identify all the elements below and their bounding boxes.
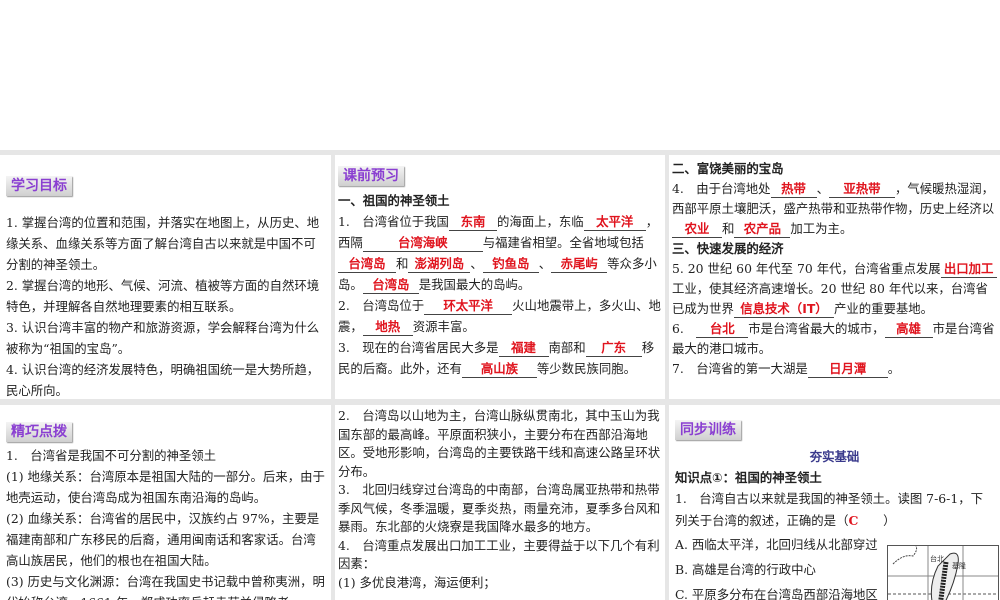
- blank-answer[interactable]: 福建: [498, 340, 549, 357]
- goal-item: 4. 认识台湾的经济发展特色，明确祖国统一是大势所趋，民心所向。: [6, 362, 320, 398]
- practice-subtitle: 夯实基础: [809, 449, 860, 464]
- blank-answer[interactable]: 热带: [770, 181, 817, 198]
- learning-goals-tag: 学习目标: [6, 176, 72, 196]
- blank-answer[interactable]: 太平洋: [583, 214, 646, 231]
- tip-item: 4. 台湾重点发展出口加工工业，主要得益于以下几个有利因素：: [338, 537, 660, 572]
- map-label-taipei: 台北: [930, 555, 944, 563]
- question-5: 5. 20 世纪 60 年代至 70 年代，台湾省重点发展 出口加工工业，使其经济…: [672, 259, 997, 319]
- question-1: 1. 台湾省位于我国 东南 的海面上，东临 太平洋 ，西隔 台湾海峡 与福建省相望。全省地域…: [338, 214, 659, 294]
- question-4: 4. 由于台湾地处 热带、亚热带 ，气候暖热湿润，西部平原土壤肥沃，盛产热带和亚热带…: [672, 181, 995, 238]
- practice-question: 1. 台湾自古以来就是我国的神圣领土。读图 7-6-1，下列关于台湾的叙述，正确…: [675, 491, 983, 528]
- blank-answer[interactable]: 台湾岛: [362, 277, 419, 294]
- practice-tag: 同步训练: [675, 420, 741, 440]
- goal-item: 2. 掌握台湾的地形、气候、河流、植被等方面的自然环境特色，并理解各自然地理要素…: [6, 278, 320, 314]
- blank-answer[interactable]: 农业: [672, 221, 722, 238]
- tips-panel: 精巧点拨 1. 台湾省是我国不可分割的神圣领土 (1) 地缘关系：台湾原本是祖国…: [0, 405, 331, 600]
- map-label-keelung: 基隆: [952, 562, 966, 570]
- knowledge-point: 知识点①：祖国的神圣领土: [675, 470, 822, 485]
- section-heading: 二、富饶美丽的宝岛: [672, 161, 784, 176]
- tip-item: (1) 地缘关系：台湾原本是祖国大陆的一部分。后来，由于地壳运动，使台湾岛成为祖…: [6, 469, 325, 505]
- tip-item: (1) 多优良港湾，海运便利；: [338, 574, 496, 590]
- taiwan-map: 台北 基隆: [887, 545, 999, 600]
- tips-tag: 精巧点拨: [6, 422, 72, 442]
- blank-answer[interactable]: 农产品: [734, 221, 791, 238]
- tip-item: (2) 血缘关系：台湾省的居民中，汉族约占 97%，主要是福建南部和广东移民的后…: [6, 511, 320, 568]
- tips-continued-panel: 2. 台湾岛以山地为主，台湾山脉纵贯南北，其中玉山为我国东部的最高峰。平原面积狭…: [335, 405, 665, 600]
- blank-answer[interactable]: 环太平洋: [424, 298, 513, 315]
- blank-answer[interactable]: 地热: [362, 319, 413, 336]
- section-heading: 一、祖国的神圣领土: [338, 193, 450, 208]
- question-2: 2. 台湾岛位于 环太平洋 火山地震带上，多火山、地震， 地热 资源丰富。: [338, 298, 661, 336]
- blank-answer[interactable]: 东南: [448, 214, 497, 231]
- blank-answer[interactable]: 日月潭: [807, 361, 888, 378]
- blank-answer[interactable]: 赤尾屿: [551, 256, 608, 273]
- blank-answer[interactable]: 台湾岛: [338, 256, 396, 273]
- blank-answer[interactable]: 钓鱼岛: [482, 256, 539, 273]
- tip-item: (3) 历史与文化渊源：台湾在我国史书记载中曾称夷洲，明代始称台湾。1661 年…: [6, 574, 325, 600]
- blank-answer[interactable]: 出口加工: [940, 261, 997, 278]
- tip-item: 1. 台湾省是我国不可分割的神圣领土: [6, 448, 217, 463]
- blank-answer[interactable]: 亚热带: [828, 181, 895, 198]
- tip-item: 3. 北回归线穿过台湾岛的中南部，台湾岛属亚热带和热带季风气候，冬季温暖，夏季炎…: [338, 482, 661, 534]
- goal-item: 1. 掌握台湾的位置和范围，并落实在地图上，从历史、地缘关系、血缘关系等方面了解…: [6, 215, 320, 272]
- tip-item: 2. 台湾岛以山地为主，台湾山脉纵贯南北，其中玉山为我国东部的最高峰。平原面积狭…: [338, 408, 661, 479]
- learning-goals-panel: 学习目标 1. 掌握台湾的位置和范围，并落实在地图上，从历史、地缘关系、血缘关系…: [0, 155, 331, 399]
- blank-answer[interactable]: 高山族: [461, 361, 537, 378]
- blank-answer[interactable]: 高雄: [884, 321, 933, 338]
- practice-panel: 同步训练 夯实基础 知识点①：祖国的神圣领土 1. 台湾自古以来就是我国的神圣领…: [669, 405, 1000, 600]
- blank-answer[interactable]: 台北: [696, 321, 749, 338]
- question-6: 6. 台北 市是台湾省最大的城市， 高雄 市是台湾省最大的港口城市。: [672, 321, 995, 356]
- preview-panel: 课前预习 一、祖国的神圣领土 1. 台湾省位于我国 东南 的海面上，东临 太平洋 ，西隔…: [335, 155, 665, 399]
- island-economy-panel: 二、富饶美丽的宝岛 4. 由于台湾地处 热带、亚热带 ，气候暖热湿润，西部平原土壤肥…: [669, 155, 1000, 399]
- blank-answer[interactable]: 台湾海峡: [362, 235, 483, 252]
- blank-answer[interactable]: 信息技术（IT）: [733, 301, 834, 318]
- goal-item: 3. 认识台湾丰富的物产和旅游资源，学会解释台湾为什么被称为“祖国的宝岛”。: [6, 320, 320, 356]
- answer-mark: C: [848, 513, 859, 528]
- blank-answer[interactable]: 广东: [585, 340, 642, 357]
- preview-tag: 课前预习: [338, 166, 404, 186]
- blank-answer[interactable]: 澎湖列岛: [408, 256, 471, 273]
- section-heading: 三、快速发展的经济: [672, 241, 784, 256]
- question-7: 7. 台湾省的第一大湖是 日月潭。: [672, 361, 901, 378]
- question-3: 3. 现在的台湾省居民大多是 福建 南部和 广东 移民的后裔。此外，还有 高山族 等少数民族…: [338, 340, 655, 378]
